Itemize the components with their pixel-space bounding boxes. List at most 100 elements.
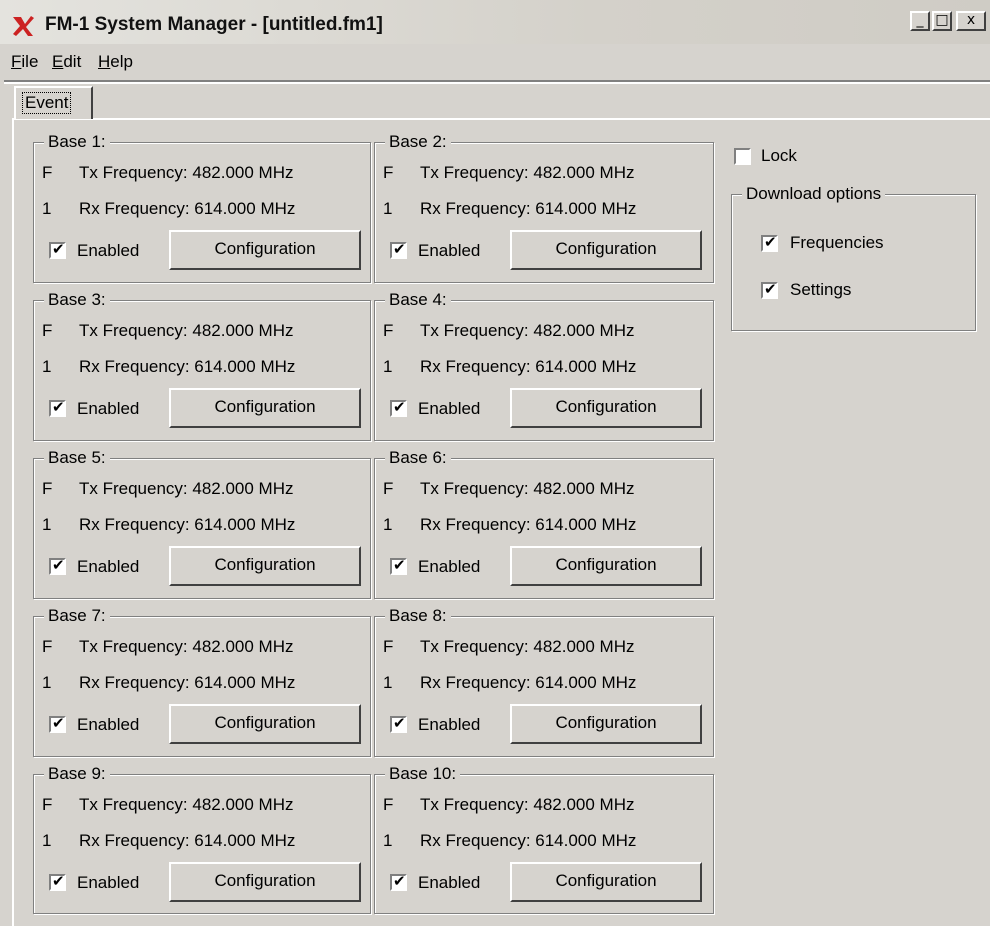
frequencies-checkbox[interactable]: ✔ bbox=[761, 234, 778, 252]
rx-frequency: Rx Frequency: 614.000 MHz bbox=[79, 831, 296, 850]
enabled-label: Enabled bbox=[418, 873, 481, 892]
base-legend: Base 3: bbox=[44, 290, 110, 310]
settings-checkbox[interactable]: ✔ bbox=[761, 280, 778, 299]
maximize-button[interactable]: □ bbox=[932, 11, 952, 31]
base-row2-prefix: 1 bbox=[42, 357, 52, 376]
base-group-8: Base 8: F Tx Frequency: 482.000 MHz 1 Rx… bbox=[374, 606, 714, 757]
base-group-3: Base 3: F Tx Frequency: 482.000 MHz 1 Rx… bbox=[33, 290, 371, 441]
menu-help[interactable]: Help bbox=[98, 52, 133, 72]
enabled-check-icon: ✔ bbox=[52, 872, 65, 890]
configuration-button[interactable]: Configuration bbox=[510, 546, 702, 586]
base-row2-prefix: 1 bbox=[383, 515, 393, 534]
base-group-6: Base 6: F Tx Frequency: 482.000 MHz 1 Rx… bbox=[374, 448, 714, 599]
base-group-5: Base 5: F Tx Frequency: 482.000 MHz 1 Rx… bbox=[33, 448, 371, 599]
tx-frequency: Tx Frequency: 482.000 MHz bbox=[420, 637, 635, 656]
base-row1-prefix: F bbox=[383, 479, 394, 498]
base-row1-prefix: F bbox=[42, 321, 53, 340]
enabled-check-icon: ✔ bbox=[393, 398, 406, 416]
base-row2-prefix: 1 bbox=[383, 673, 393, 692]
base-row1-prefix: F bbox=[42, 795, 53, 814]
base-legend: Base 9: bbox=[44, 764, 110, 784]
base-group-10: Base 10: F Tx Frequency: 482.000 MHz 1 R… bbox=[374, 764, 714, 914]
rx-frequency: Rx Frequency: 614.000 MHz bbox=[79, 199, 296, 218]
minimize-button[interactable]: _ bbox=[910, 11, 930, 31]
rx-frequency: Rx Frequency: 614.000 MHz bbox=[79, 357, 296, 376]
enabled-checkbox[interactable]: ✔ bbox=[49, 241, 66, 259]
base-group-4: Base 4: F Tx Frequency: 482.000 MHz 1 Rx… bbox=[374, 290, 714, 441]
enabled-label: Enabled bbox=[77, 241, 140, 260]
title-bar: FM-1 System Manager - [untitled.fm1] _ □… bbox=[0, 0, 990, 44]
menu-file[interactable]: File bbox=[11, 52, 38, 72]
lock-checkbox[interactable] bbox=[734, 148, 751, 165]
rx-frequency: Rx Frequency: 614.000 MHz bbox=[420, 357, 637, 376]
download-options-legend: Download options bbox=[742, 184, 886, 204]
enabled-label: Enabled bbox=[77, 399, 140, 418]
enabled-label: Enabled bbox=[418, 557, 481, 576]
base-legend: Base 2: bbox=[385, 132, 451, 152]
base-group-2: Base 2: F Tx Frequency: 482.000 MHz 1 Rx… bbox=[374, 132, 714, 283]
menu-edit[interactable]: Edit bbox=[52, 52, 81, 72]
configuration-button[interactable]: Configuration bbox=[169, 388, 361, 428]
configuration-button[interactable]: Configuration bbox=[510, 230, 702, 270]
base-row1-prefix: F bbox=[383, 795, 394, 814]
tx-frequency: Tx Frequency: 482.000 MHz bbox=[420, 321, 635, 340]
settings-label: Settings bbox=[790, 280, 852, 299]
enabled-checkbox[interactable]: ✔ bbox=[390, 240, 407, 259]
enabled-check-icon: ✔ bbox=[393, 240, 406, 258]
base-row2-prefix: 1 bbox=[42, 515, 52, 534]
configuration-button[interactable]: Configuration bbox=[169, 230, 361, 270]
enabled-check-icon: ✔ bbox=[52, 714, 65, 732]
base-legend: Base 1: bbox=[44, 132, 110, 152]
rx-frequency: Rx Frequency: 614.000 MHz bbox=[420, 831, 637, 850]
base-row1-prefix: F bbox=[42, 479, 53, 498]
enabled-checkbox[interactable]: ✔ bbox=[49, 714, 66, 733]
configuration-button[interactable]: Configuration bbox=[169, 546, 361, 586]
base-legend: Base 4: bbox=[385, 290, 451, 310]
configuration-button[interactable]: Configuration bbox=[510, 388, 702, 428]
rx-frequency: Rx Frequency: 614.000 MHz bbox=[79, 673, 296, 692]
enabled-label: Enabled bbox=[77, 715, 140, 734]
base-row2-prefix: 1 bbox=[383, 199, 393, 218]
menu-bar: File Edit Help bbox=[0, 48, 990, 76]
base-legend: Base 8: bbox=[385, 606, 451, 626]
enabled-check-icon: ✔ bbox=[393, 714, 406, 732]
rx-frequency: Rx Frequency: 614.000 MHz bbox=[420, 673, 637, 692]
window-title: FM-1 System Manager - [untitled.fm1] bbox=[45, 14, 383, 35]
tx-frequency: Tx Frequency: 482.000 MHz bbox=[420, 479, 635, 498]
tx-frequency: Tx Frequency: 482.000 MHz bbox=[79, 479, 294, 498]
tab-event[interactable]: Event bbox=[14, 86, 93, 119]
enabled-label: Enabled bbox=[77, 873, 140, 892]
enabled-check-icon: ✔ bbox=[393, 872, 406, 890]
configuration-button[interactable]: Configuration bbox=[169, 862, 361, 902]
base-row1-prefix: F bbox=[42, 163, 53, 182]
base-group-9: Base 9: F Tx Frequency: 482.000 MHz 1 Rx… bbox=[33, 764, 371, 914]
enabled-check-icon: ✔ bbox=[52, 556, 65, 574]
base-row2-prefix: 1 bbox=[42, 199, 52, 218]
app-logo-icon bbox=[13, 16, 34, 36]
tx-frequency: Tx Frequency: 482.000 MHz bbox=[79, 637, 294, 656]
base-row1-prefix: F bbox=[383, 163, 394, 182]
enabled-checkbox[interactable]: ✔ bbox=[390, 714, 407, 733]
base-row1-prefix: F bbox=[42, 637, 53, 656]
lock-label: Lock bbox=[761, 146, 797, 165]
base-legend: Base 6: bbox=[385, 448, 451, 468]
configuration-button[interactable]: Configuration bbox=[510, 862, 702, 902]
base-group-7: Base 7: F Tx Frequency: 482.000 MHz 1 Rx… bbox=[33, 606, 371, 757]
tab-event-label: Event bbox=[22, 92, 72, 114]
enabled-checkbox[interactable]: ✔ bbox=[390, 557, 407, 575]
tx-frequency: Tx Frequency: 482.000 MHz bbox=[79, 163, 294, 182]
base-legend: Base 10: bbox=[385, 764, 461, 784]
configuration-button[interactable]: Configuration bbox=[169, 704, 361, 744]
tx-frequency: Tx Frequency: 482.000 MHz bbox=[420, 795, 635, 814]
close-button[interactable]: x bbox=[956, 11, 986, 31]
enabled-checkbox[interactable]: ✔ bbox=[390, 872, 407, 891]
tx-frequency: Tx Frequency: 482.000 MHz bbox=[420, 163, 635, 182]
configuration-button[interactable]: Configuration bbox=[510, 704, 702, 744]
enabled-checkbox[interactable]: ✔ bbox=[49, 872, 66, 891]
settings-check-icon: ✔ bbox=[764, 280, 777, 298]
enabled-checkbox[interactable]: ✔ bbox=[49, 556, 66, 575]
enabled-checkbox[interactable]: ✔ bbox=[390, 398, 407, 417]
enabled-checkbox[interactable]: ✔ bbox=[49, 399, 66, 417]
frequencies-label: Frequencies bbox=[790, 233, 884, 252]
rx-frequency: Rx Frequency: 614.000 MHz bbox=[420, 515, 637, 534]
